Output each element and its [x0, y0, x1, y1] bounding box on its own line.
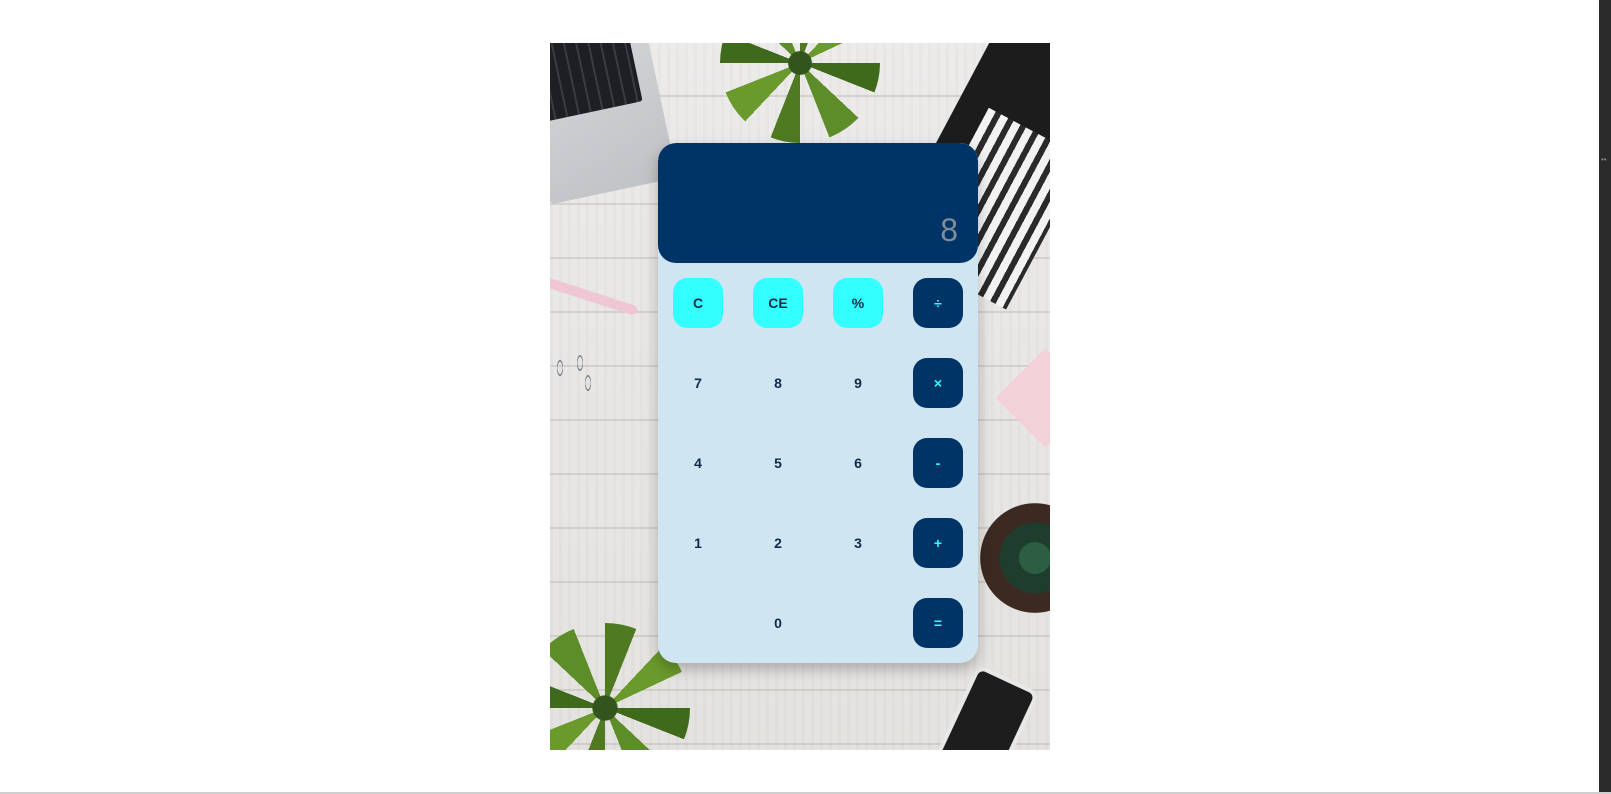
calculator-display: 8 [658, 143, 978, 263]
sticky-note-decoration [995, 348, 1050, 448]
digit-7-button[interactable]: 7 [673, 358, 723, 408]
digit-4-button[interactable]: 4 [673, 438, 723, 488]
digit-0-button[interactable]: 0 [753, 598, 803, 648]
digit-5-button[interactable]: 5 [753, 438, 803, 488]
clear-button[interactable]: C [673, 278, 723, 328]
digit-9-button[interactable]: 9 [833, 358, 883, 408]
paperclips-decoration [550, 353, 600, 403]
add-button[interactable]: + [913, 518, 963, 568]
digit-3-button[interactable]: 3 [833, 518, 883, 568]
digit-2-button[interactable]: 2 [753, 518, 803, 568]
percent-button[interactable]: % [833, 278, 883, 328]
keypad: C CE % ÷ 7 8 9 × 4 5 6 - 1 2 3 + 0 = [658, 263, 978, 663]
digit-6-button[interactable]: 6 [833, 438, 883, 488]
pen-decoration [550, 269, 639, 317]
multiply-button[interactable]: × [913, 358, 963, 408]
phone-decoration [928, 664, 1040, 750]
subtract-button[interactable]: - [913, 438, 963, 488]
display-value: 8 [940, 212, 958, 248]
plant-decoration-top [720, 43, 880, 143]
digit-8-button[interactable]: 8 [753, 358, 803, 408]
divide-button[interactable]: ÷ [913, 278, 963, 328]
succulent-decoration [980, 503, 1050, 613]
grip-icon: •• [1601, 155, 1607, 164]
equals-button[interactable]: = [913, 598, 963, 648]
calculator: 8 C CE % ÷ 7 8 9 × 4 5 6 - 1 2 3 + 0 = [658, 143, 978, 663]
browser-edge-scrollbar[interactable]: •• [1599, 0, 1611, 794]
clear-entry-button[interactable]: CE [753, 278, 803, 328]
digit-1-button[interactable]: 1 [673, 518, 723, 568]
